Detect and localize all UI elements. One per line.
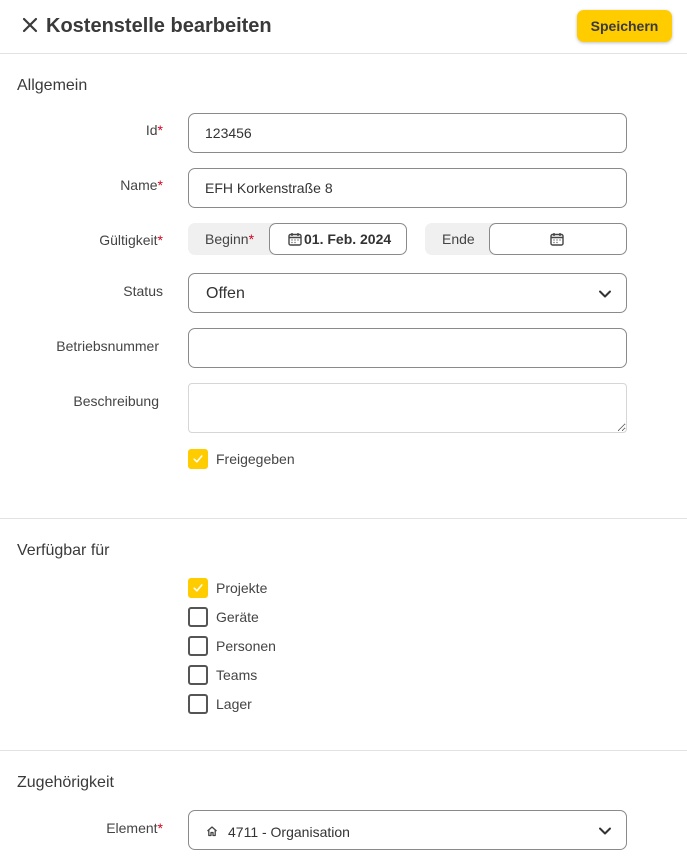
name-label: Name* bbox=[120, 177, 163, 193]
id-field[interactable] bbox=[188, 113, 627, 153]
save-button[interactable]: Speichern bbox=[577, 10, 672, 42]
company-number-field[interactable] bbox=[188, 328, 627, 368]
company-number-label: Betriebsnummer bbox=[56, 338, 159, 354]
checkbox-row-persons[interactable]: Personen bbox=[188, 636, 276, 656]
required-marker: * bbox=[157, 122, 163, 138]
begin-date-picker[interactable]: 01. Feb. 2024 bbox=[269, 223, 407, 255]
calendar-icon bbox=[550, 233, 564, 246]
released-checkbox[interactable] bbox=[188, 449, 208, 469]
begin-addon: Beginn* bbox=[188, 223, 274, 255]
description-label: Beschreibung bbox=[73, 393, 159, 409]
chevron-down-icon bbox=[599, 827, 611, 835]
section-divider bbox=[0, 518, 687, 519]
released-checkbox-row[interactable]: Freigegeben bbox=[188, 449, 295, 469]
storage-checkbox[interactable] bbox=[188, 694, 208, 714]
element-label: Element* bbox=[106, 820, 163, 836]
name-field[interactable] bbox=[188, 168, 627, 208]
persons-label: Personen bbox=[216, 638, 276, 654]
check-icon bbox=[193, 455, 203, 463]
section-divider bbox=[0, 750, 687, 751]
calendar-icon bbox=[288, 233, 302, 246]
home-icon bbox=[207, 826, 217, 837]
checkbox-row-devices[interactable]: Geräte bbox=[188, 607, 259, 627]
status-label: Status bbox=[123, 283, 163, 299]
projects-label: Projekte bbox=[216, 580, 268, 596]
section-title-affiliation: Zugehörigkeit bbox=[17, 774, 114, 791]
validity-label: Gültigkeit* bbox=[99, 232, 163, 248]
begin-date-value: 01. Feb. 2024 bbox=[304, 231, 392, 247]
required-marker: * bbox=[157, 232, 163, 248]
id-label: Id* bbox=[145, 122, 163, 138]
element-value: 4711 - Organisation bbox=[228, 824, 350, 840]
end-addon: Ende bbox=[425, 223, 495, 255]
close-icon[interactable] bbox=[19, 14, 41, 36]
storage-label: Lager bbox=[216, 696, 252, 712]
teams-checkbox[interactable] bbox=[188, 665, 208, 685]
page-title: Kostenstelle bearbeiten bbox=[46, 15, 272, 37]
devices-label: Geräte bbox=[216, 609, 259, 625]
projects-checkbox[interactable] bbox=[188, 578, 208, 598]
description-field[interactable] bbox=[188, 383, 627, 433]
status-value: Offen bbox=[206, 285, 245, 302]
section-title-available-for: Verfügbar für bbox=[17, 542, 110, 559]
dialog-header: Kostenstelle bearbeiten Speichern bbox=[0, 0, 687, 54]
devices-checkbox[interactable] bbox=[188, 607, 208, 627]
required-marker: * bbox=[157, 820, 163, 836]
element-select[interactable]: 4711 - Organisation bbox=[188, 810, 627, 850]
status-select[interactable]: Offen bbox=[188, 273, 627, 313]
released-label: Freigegeben bbox=[216, 451, 295, 467]
checkbox-row-storage[interactable]: Lager bbox=[188, 694, 252, 714]
teams-label: Teams bbox=[216, 667, 258, 683]
persons-checkbox[interactable] bbox=[188, 636, 208, 656]
chevron-down-icon bbox=[599, 290, 611, 298]
check-icon bbox=[193, 584, 203, 592]
section-title-general: Allgemein bbox=[17, 77, 88, 94]
required-marker: * bbox=[248, 231, 255, 247]
checkbox-row-teams[interactable]: Teams bbox=[188, 665, 257, 685]
required-marker: * bbox=[157, 177, 163, 193]
end-date-picker[interactable] bbox=[489, 223, 627, 255]
checkbox-row-projects[interactable]: Projekte bbox=[188, 578, 267, 598]
